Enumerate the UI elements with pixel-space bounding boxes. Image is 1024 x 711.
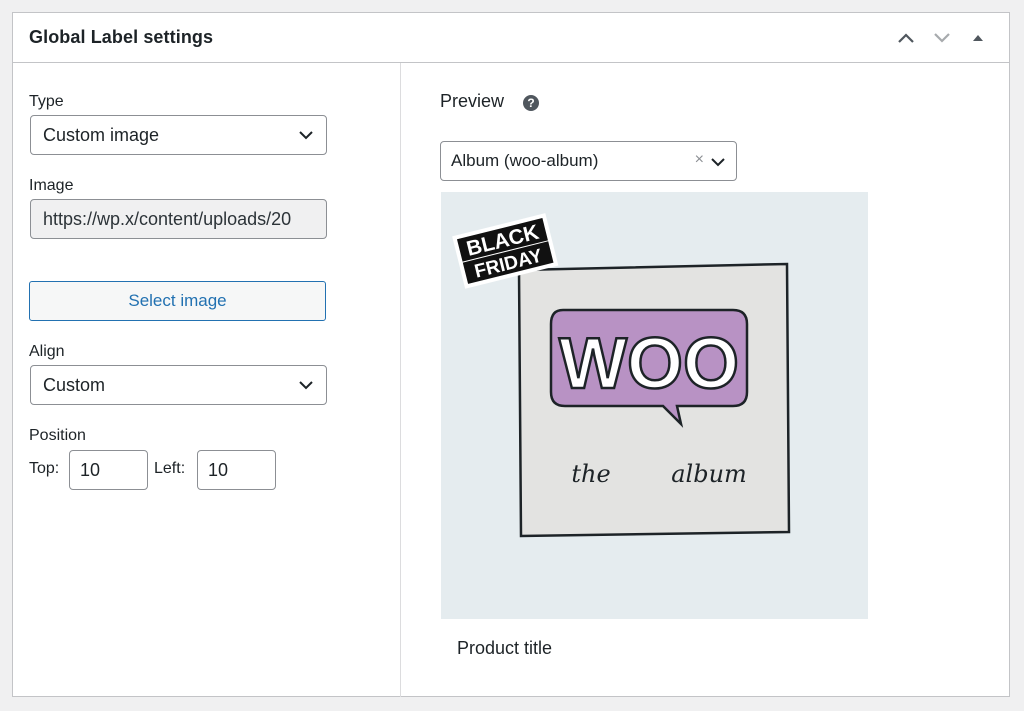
album-logo-text: WOO — [559, 324, 739, 404]
clear-icon[interactable]: × — [695, 151, 704, 169]
chevron-down-icon — [711, 158, 725, 167]
panel-header-actions — [891, 23, 993, 53]
align-select-value: Custom — [43, 374, 106, 395]
left-offset-input[interactable]: 10 — [197, 450, 276, 490]
product-preview-image: WOO the album BLACK FRIDAY — [441, 192, 868, 619]
position-label: Position — [29, 427, 86, 444]
preview-product-select[interactable]: Album (woo-album) × — [440, 141, 737, 181]
move-up-button[interactable] — [891, 23, 921, 53]
image-url-field[interactable]: https://wp.x/content/uploads/20 — [30, 199, 327, 239]
type-label: Type — [29, 93, 64, 110]
left-label: Left: — [154, 460, 186, 477]
global-label-settings-panel: Global Label settings Type Custom image … — [12, 12, 1010, 697]
top-label: Top: — [29, 460, 60, 477]
chevron-down-icon — [299, 381, 313, 390]
type-select[interactable]: Custom image — [30, 115, 327, 155]
settings-column: Type Custom image Image https://wp.x/con… — [13, 63, 401, 697]
panel-title: Global Label settings — [29, 27, 214, 47]
top-offset-input[interactable]: 10 — [69, 450, 148, 490]
help-icon[interactable]: ? — [523, 95, 539, 111]
preview-title: Preview — [440, 91, 505, 111]
album-subtitle-album: album — [671, 460, 747, 488]
chevron-down-icon — [934, 32, 950, 43]
image-label: Image — [29, 177, 74, 194]
align-label: Align — [29, 343, 65, 360]
move-down-button[interactable] — [927, 23, 957, 53]
album-subtitle-the: the — [571, 460, 610, 488]
preview-product-value: Album (woo-album) — [451, 151, 599, 170]
preview-column: Preview ? Album (woo-album) × WOO the al… — [402, 63, 1009, 697]
panel-header: Global Label settings — [13, 13, 1009, 63]
panel-body: Type Custom image Image https://wp.x/con… — [13, 63, 1009, 697]
chevron-down-icon — [299, 131, 313, 140]
toggle-panel-button[interactable] — [963, 23, 993, 53]
align-select[interactable]: Custom — [30, 365, 327, 405]
album-art: WOO the album BLACK FRIDAY — [452, 213, 791, 538]
select-image-button[interactable]: Select image — [29, 281, 326, 321]
product-title: Product title — [457, 638, 553, 658]
triangle-up-icon — [973, 34, 983, 41]
chevron-up-icon — [898, 32, 914, 43]
type-select-value: Custom image — [43, 124, 160, 145]
